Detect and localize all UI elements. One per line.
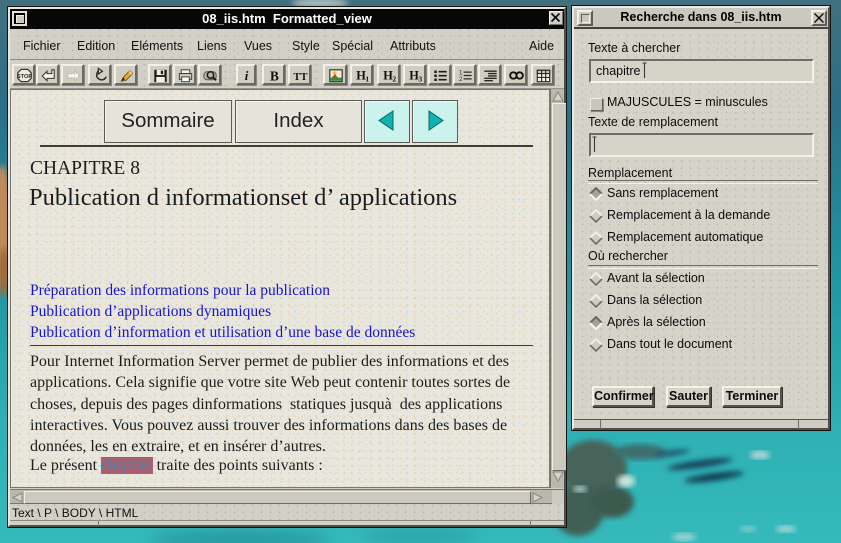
svg-text:2: 2 — [392, 75, 396, 84]
svg-text:B: B — [270, 68, 279, 83]
svg-text:1: 1 — [365, 75, 369, 84]
svg-text:STOP: STOP — [17, 74, 33, 80]
svg-text:i: i — [245, 69, 249, 83]
svg-text:2: 2 — [459, 76, 463, 83]
svg-text:3: 3 — [418, 75, 422, 84]
svg-text:TT: TT — [294, 72, 308, 83]
